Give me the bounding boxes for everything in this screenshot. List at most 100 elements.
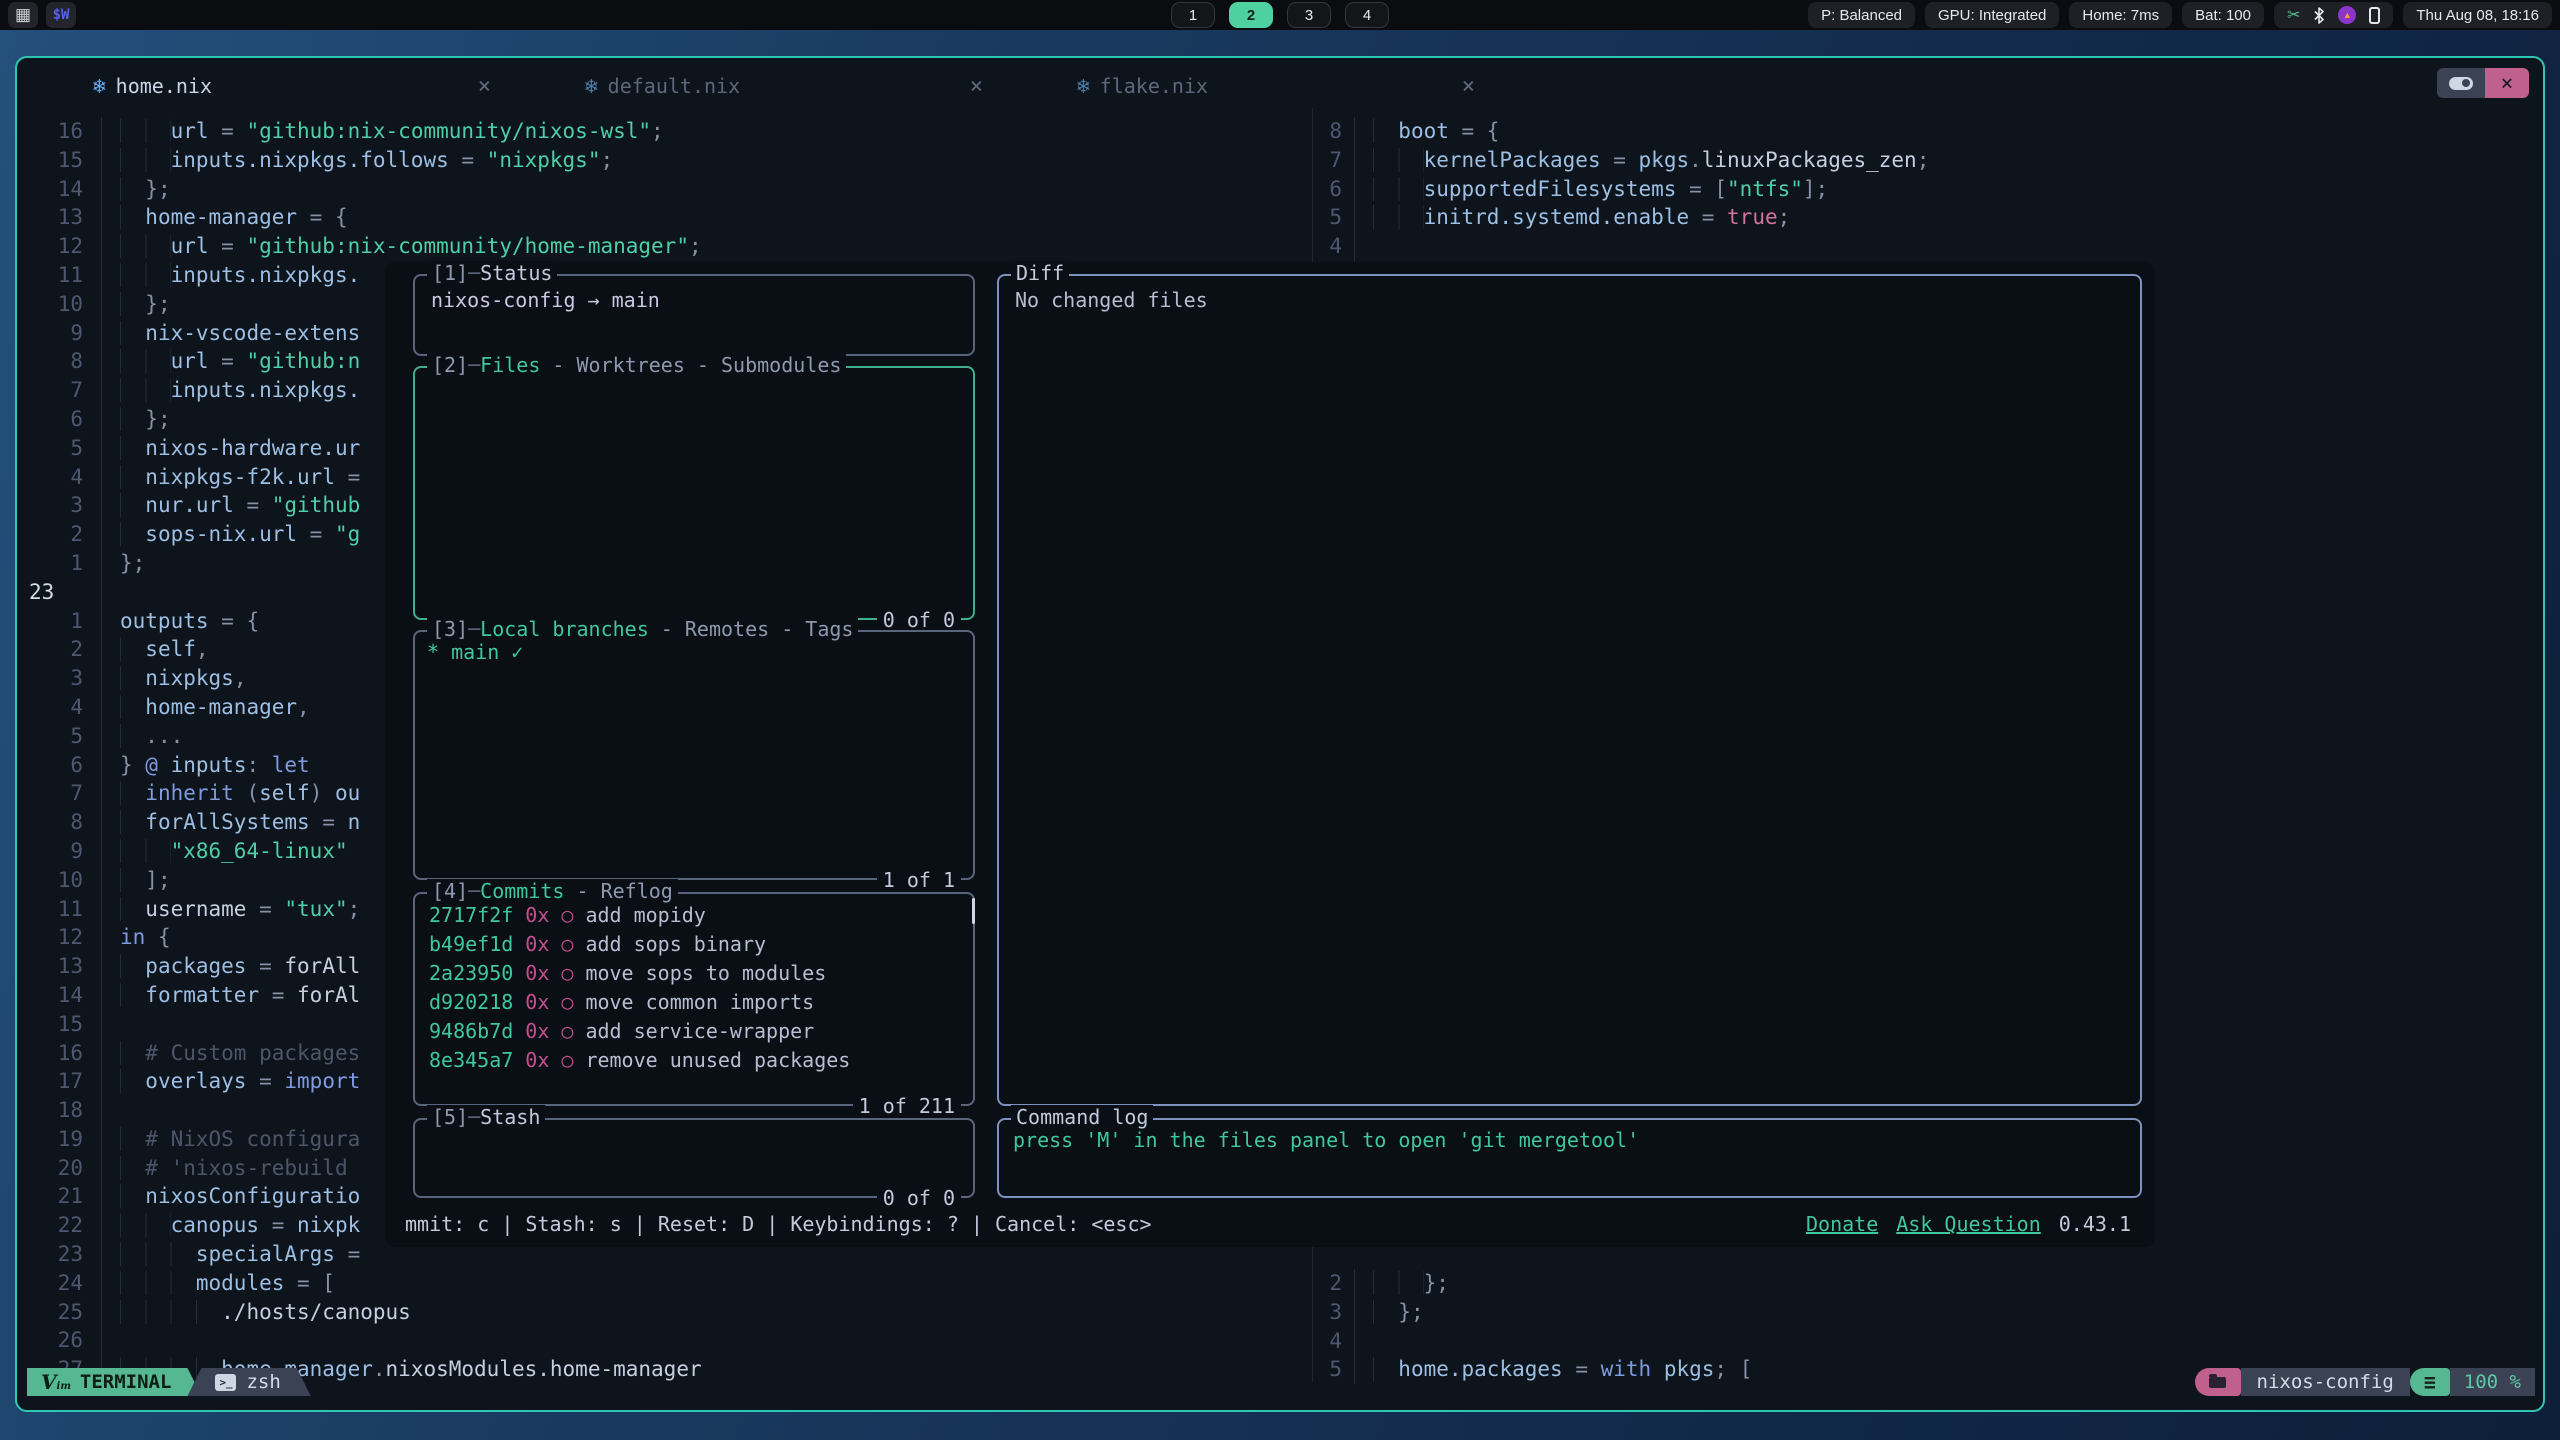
folder-badge [2195, 1368, 2241, 1396]
line-number: 7 [17, 779, 101, 808]
commit-subject: add service-wrapper [585, 1019, 814, 1043]
stash-panel-title: [5]─Stash [427, 1105, 545, 1129]
lazygit-command-log-panel[interactable]: Command log press 'M' in the files panel… [997, 1118, 2142, 1198]
tab-flake.nix[interactable]: ❄flake.nix× [1041, 66, 1533, 106]
clock[interactable]: Thu Aug 08, 18:16 [2403, 2, 2552, 28]
line-number: 5 [1314, 203, 1354, 232]
line-number: 3 [1314, 1298, 1354, 1327]
apps-grid-icon[interactable]: ▦ [8, 2, 38, 28]
stash-count: 0 of 0 [877, 1186, 961, 1210]
tab-close-icon[interactable]: × [478, 74, 491, 99]
donate-link[interactable]: Donate [1806, 1212, 1878, 1236]
tab-close-icon[interactable]: × [1462, 74, 1475, 99]
line-number: 15 [17, 146, 101, 175]
scroll-percent: 100 % [2450, 1368, 2535, 1396]
window-toggle-button[interactable] [2437, 68, 2485, 98]
line-number: 18 [17, 1096, 101, 1125]
line-number: 24 [17, 1269, 101, 1298]
scissors-icon[interactable]: ✂ [2287, 5, 2300, 25]
line-number: 23 [17, 578, 101, 607]
code-text: sops-nix.url = "g [101, 520, 360, 549]
status-pill[interactable]: Bat: 100 [2182, 2, 2264, 28]
line-number: 12 [17, 232, 101, 261]
line-number: 13 [17, 952, 101, 981]
status-pill[interactable]: GPU: Integrated [1925, 2, 2059, 28]
code-text: }; [101, 175, 171, 204]
commit-graph-node: ○ [561, 1048, 573, 1072]
commit-row[interactable]: 2a239500x○move sops to modules [415, 958, 973, 987]
tab-home.nix[interactable]: ❄home.nix× [57, 66, 549, 106]
commit-row[interactable]: d9202180x○move common imports [415, 987, 973, 1016]
commits-scrollbar[interactable] [972, 898, 975, 924]
workspace-3[interactable]: 3 [1287, 2, 1331, 28]
lazygit-branches-panel[interactable]: [3]─Local branches - Remotes - Tags * ma… [413, 630, 975, 880]
code-text: in { [101, 923, 171, 952]
line-number: 10 [17, 866, 101, 895]
code-text: modules = [ [101, 1269, 335, 1298]
workspace-1[interactable]: 1 [1171, 2, 1215, 28]
workspace-4[interactable]: 4 [1345, 2, 1389, 28]
workspace-2[interactable]: 2 [1229, 2, 1273, 28]
line-number: 13 [17, 203, 101, 232]
line-number: 6 [17, 751, 101, 780]
line-number: 1 [17, 549, 101, 578]
code-text: url = "github:nix-community/home-manager… [101, 232, 702, 261]
topbar-right: P: Balanced GPU: Integrated Home: 7ms Bat: … [1808, 2, 2552, 28]
line-number: 16 [17, 117, 101, 146]
code-line: 26 [17, 1326, 1312, 1355]
commit-hash: b49ef1d [429, 932, 513, 956]
code-line: 4 [1314, 232, 2542, 261]
code-text: inputs.nixpkgs. [101, 261, 360, 290]
window-manager-logo-icon[interactable]: $W [46, 2, 76, 28]
line-number: 4 [17, 693, 101, 722]
nix-snowflake-icon: ❄ [93, 74, 106, 98]
commits-panel-title: [4]─Commits - Reflog [427, 879, 678, 903]
lazygit-files-panel[interactable]: [2]─Files - Worktrees - Submodules 0 of … [413, 366, 975, 620]
tab-default.nix[interactable]: ❄default.nix× [549, 66, 1041, 106]
line-number: 19 [17, 1125, 101, 1154]
code-text: # Custom packages [101, 1039, 360, 1068]
lazygit-stash-panel[interactable]: [5]─Stash 0 of 0 [413, 1118, 975, 1198]
commit-graph-node: ○ [561, 961, 573, 985]
commit-subject: add sops binary [585, 932, 766, 956]
commit-row[interactable]: 2717f2f0x○add mopidy [415, 900, 973, 929]
line-number: 15 [17, 1010, 101, 1039]
commit-author: 0x [525, 961, 549, 985]
line-number: 8 [17, 347, 101, 376]
window-close-button[interactable]: × [2485, 68, 2529, 98]
commit-row[interactable]: 9486b7d0x○add service-wrapper [415, 1016, 973, 1045]
code-text: forAllSystems = n [101, 808, 360, 837]
right-pane-top: 8 boot = {7 kernelPackages = pkgs.linuxP… [1314, 117, 2542, 261]
status-pill[interactable]: P: Balanced [1808, 2, 1915, 28]
code-text: formatter = forAl [101, 981, 360, 1010]
phone-icon[interactable] [2369, 7, 2380, 24]
code-line: 3 }; [1314, 1298, 2542, 1327]
lines-badge: ≡ [2410, 1368, 2450, 1396]
nix-snowflake-icon: ❄ [1077, 74, 1090, 98]
flame-icon[interactable]: ▲ [2338, 6, 2356, 24]
commit-row[interactable]: 8e345a70x○remove unused packages [415, 1045, 973, 1074]
terminal-window: ❄home.nix×❄default.nix×❄flake.nix× × 16 … [15, 56, 2545, 1412]
tab-label: default.nix [608, 74, 740, 98]
commit-subject: move common imports [585, 990, 814, 1014]
code-text: ]; [101, 866, 171, 895]
code-text: specialArgs = [101, 1240, 360, 1269]
lazygit-status-panel[interactable]: [1]─Status nixos-config → main [413, 274, 975, 356]
repo-name: nixos-config [2241, 1368, 2410, 1396]
tab-close-icon[interactable]: × [970, 74, 983, 99]
line-number: 5 [17, 722, 101, 751]
lazygit-commits-panel[interactable]: [4]─Commits - Reflog 2717f2f0x○add mopid… [413, 892, 975, 1106]
lazygit-diff-panel[interactable]: Diff No changed files [997, 274, 2142, 1106]
ask-question-link[interactable]: Ask Question [1896, 1212, 2041, 1236]
bluetooth-icon[interactable] [2313, 7, 2325, 24]
code-text [101, 1010, 120, 1039]
line-number: 5 [17, 434, 101, 463]
top-status-bar: ▦ $W 1234 P: Balanced GPU: Integrated Home… [0, 0, 2560, 30]
line-number: 25 [17, 1298, 101, 1327]
status-pill[interactable]: Home: 7ms [2069, 2, 2172, 28]
line-number: 11 [17, 261, 101, 290]
branches-panel-title: [3]─Local branches - Remotes - Tags [427, 617, 858, 641]
commit-row[interactable]: b49ef1d0x○add sops binary [415, 929, 973, 958]
commit-list: 2717f2f0x○add mopidyb49ef1d0x○add sops b… [415, 894, 973, 1074]
line-number: 3 [17, 664, 101, 693]
